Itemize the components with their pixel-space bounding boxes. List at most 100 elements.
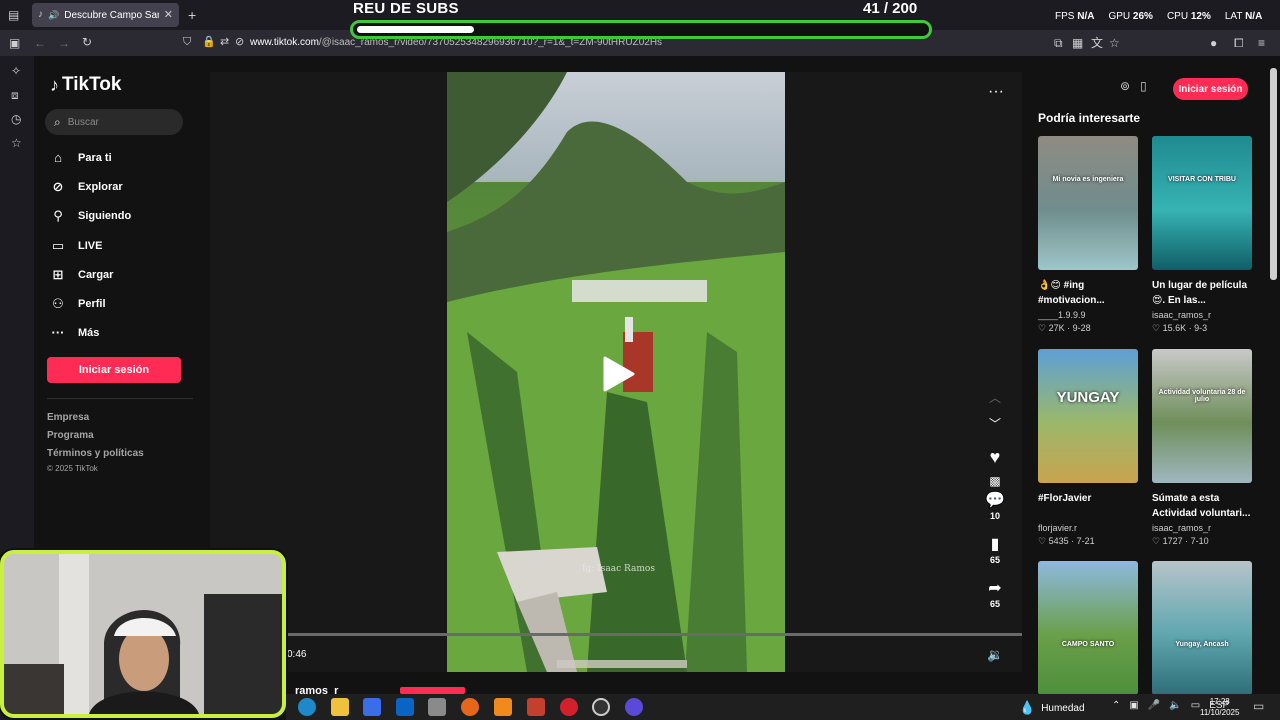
extensions-icon[interactable]: ⧠: [1234, 37, 1244, 49]
recommended-video-card[interactable]: Yungay, Ancash: [1152, 561, 1252, 695]
weather-widget[interactable]: 💧 Humedad: [1019, 700, 1085, 716]
account-icon[interactable]: ●: [1210, 37, 1217, 49]
footer-programa[interactable]: Programa: [47, 430, 94, 441]
next-video-icon[interactable]: ﹀: [989, 418, 1001, 430]
card-username[interactable]: isaac_ramos_r: [1152, 521, 1252, 535]
menu-icon[interactable]: ≡: [1258, 37, 1265, 49]
card-title[interactable]: Un lugar de película 😍. En las...: [1152, 278, 1252, 308]
obs-icon[interactable]: [592, 698, 610, 716]
tracking-icon[interactable]: ⊘: [235, 37, 244, 48]
card-username[interactable]: florjavier.r: [1038, 521, 1138, 535]
recommended-video-card[interactable]: VISITAR CON TRIBU Un lugar de película 😍.…: [1152, 136, 1252, 335]
sidebar-divider: [47, 398, 193, 399]
card-title[interactable]: Súmate a esta Actividad voluntari...: [1152, 491, 1252, 521]
gift-button[interactable]: ▩: [985, 472, 1005, 490]
device-icon[interactable]: ▯: [1140, 80, 1147, 92]
card-username[interactable]: ____1.9.9.9: [1038, 308, 1138, 322]
firefox-icon[interactable]: [461, 698, 479, 716]
app-icon-2[interactable]: [527, 698, 545, 716]
forward-icon[interactable]: →: [58, 37, 70, 49]
battery-icon[interactable]: ▭: [1191, 700, 1200, 711]
bookmarks-icon[interactable]: ☆: [11, 137, 22, 149]
subs-goal-bar: [350, 20, 932, 39]
follow-button-partial[interactable]: [400, 687, 465, 694]
card-username[interactable]: isaac_ramos_r: [1152, 308, 1252, 322]
footer-terminos[interactable]: Términos y políticas: [47, 448, 144, 459]
nav-explorar[interactable]: ⊘ Explorar: [50, 179, 123, 195]
nav-live[interactable]: ▭ LIVE: [50, 238, 103, 254]
audio-icon[interactable]: 🔊: [48, 10, 59, 20]
video-progress-bar[interactable]: [210, 633, 1022, 636]
video-thumbnail[interactable]: Yungay, Ancash: [1152, 561, 1252, 695]
volume-icon[interactable]: 🔉: [987, 648, 1003, 661]
opera-icon[interactable]: [560, 698, 578, 716]
video-thumbnail[interactable]: VISITAR CON TRIBU: [1152, 136, 1252, 270]
more-options-icon[interactable]: ···: [988, 84, 1004, 100]
clock[interactable]: 17:28 11/10/2025: [1200, 696, 1239, 718]
save-button[interactable]: ▮ 65: [985, 534, 1005, 565]
card-title[interactable]: 👌😊 #ing #motivacion...: [1038, 278, 1138, 308]
app-icon[interactable]: [428, 698, 446, 716]
back-icon[interactable]: ←: [34, 37, 46, 49]
nav-cargar[interactable]: ⊞ Cargar: [50, 267, 114, 283]
tray-chevron-icon[interactable]: ⌃: [1112, 700, 1120, 711]
browser-tab[interactable]: ♪ 🔊 Descubre Campo Santo de ✕: [32, 3, 179, 27]
recommended-video-card[interactable]: YUNGAY #FlorJavier florjavier.r ♡ 5435 · 7-…: [1038, 349, 1138, 548]
video-thumbnail[interactable]: CAMPO SANTO: [1038, 561, 1138, 695]
nav-perfil[interactable]: ⚇ Perfil: [50, 296, 106, 312]
tray-app-icon[interactable]: ▣: [1129, 700, 1138, 711]
mic-icon[interactable]: 🎤: [1148, 700, 1160, 711]
share-button[interactable]: ➦ 65: [985, 578, 1005, 609]
card-date: 7-21: [1076, 536, 1095, 546]
shield-icon[interactable]: ⛉: [183, 37, 191, 48]
nav-mas[interactable]: ··· Más: [50, 325, 100, 340]
outlook-icon[interactable]: [396, 698, 414, 716]
history-icon[interactable]: ◷: [11, 113, 21, 125]
file-explorer-icon[interactable]: [331, 698, 349, 716]
play-icon[interactable]: [603, 356, 635, 392]
vlc-icon[interactable]: [494, 698, 512, 716]
search-input[interactable]: ⌕ Buscar: [45, 109, 183, 135]
login-button[interactable]: Iniciar sesión: [47, 357, 181, 383]
ai-sparkle-icon[interactable]: ✧: [11, 65, 21, 77]
edge-icon[interactable]: [298, 698, 316, 716]
new-tab-icon[interactable]: +: [188, 8, 196, 22]
tiktok-logo[interactable]: ♪ TikTok: [50, 74, 121, 96]
more-icon: ···: [51, 325, 65, 340]
footer-empresa[interactable]: Empresa: [47, 412, 89, 423]
bookmark-star-icon[interactable]: ☆: [1109, 37, 1120, 49]
recommended-video-card[interactable]: CAMPO SANTO: [1038, 561, 1138, 695]
nav-para-ti[interactable]: ⌂ Para ti: [50, 150, 112, 165]
translate-icon[interactable]: 文: [1091, 37, 1103, 49]
like-button[interactable]: ♥: [985, 447, 1005, 468]
video-thumbnail[interactable]: Mi novia es ingeniera: [1038, 136, 1138, 270]
nav-label: Explorar: [78, 181, 123, 193]
app-icon-3[interactable]: [625, 698, 643, 716]
lock-icon[interactable]: 🔒: [202, 37, 216, 48]
recommended-video-card[interactable]: Mi novia es ingeniera 👌😊 #ing #motivacion…: [1038, 136, 1138, 335]
recommended-video-card[interactable]: Actividad voluntaria 28 de julio Súmate a…: [1152, 349, 1252, 548]
reader-view-icon[interactable]: ▦: [1072, 37, 1083, 49]
sync-tabs-icon[interactable]: ⧈: [11, 89, 19, 101]
compass-icon[interactable]: ⊚: [1120, 80, 1130, 92]
video-thumbnail[interactable]: Actividad voluntaria 28 de julio: [1152, 349, 1252, 483]
sidebar-toggle-icon[interactable]: ▣: [9, 37, 20, 49]
previous-video-icon[interactable]: ︿: [989, 392, 1001, 404]
thumbnail-overlay-text: YUNGAY: [1056, 389, 1120, 406]
store-icon[interactable]: [363, 698, 381, 716]
speaker-icon[interactable]: 🔈: [1169, 700, 1181, 711]
permissions-icon[interactable]: ⇄: [220, 37, 229, 48]
tab-list-icon[interactable]: ▤: [8, 9, 19, 21]
login-top-button[interactable]: Iniciar sesión: [1173, 78, 1248, 100]
nav-label: Perfil: [78, 298, 106, 310]
comment-button[interactable]: 💬 10: [985, 490, 1005, 521]
nav-label: Más: [78, 326, 100, 339]
notifications-icon[interactable]: ▭: [1253, 700, 1264, 712]
picture-in-picture-icon[interactable]: ⧉: [1054, 37, 1063, 49]
nav-siguiendo[interactable]: ⚲ Siguiendo: [50, 208, 131, 224]
reload-icon[interactable]: ↻: [82, 36, 92, 48]
close-tab-icon[interactable]: ✕: [164, 9, 173, 21]
video-thumbnail[interactable]: YUNGAY: [1038, 349, 1138, 483]
card-title[interactable]: #FlorJavier: [1038, 491, 1138, 521]
page-scrollbar[interactable]: [1270, 68, 1277, 280]
